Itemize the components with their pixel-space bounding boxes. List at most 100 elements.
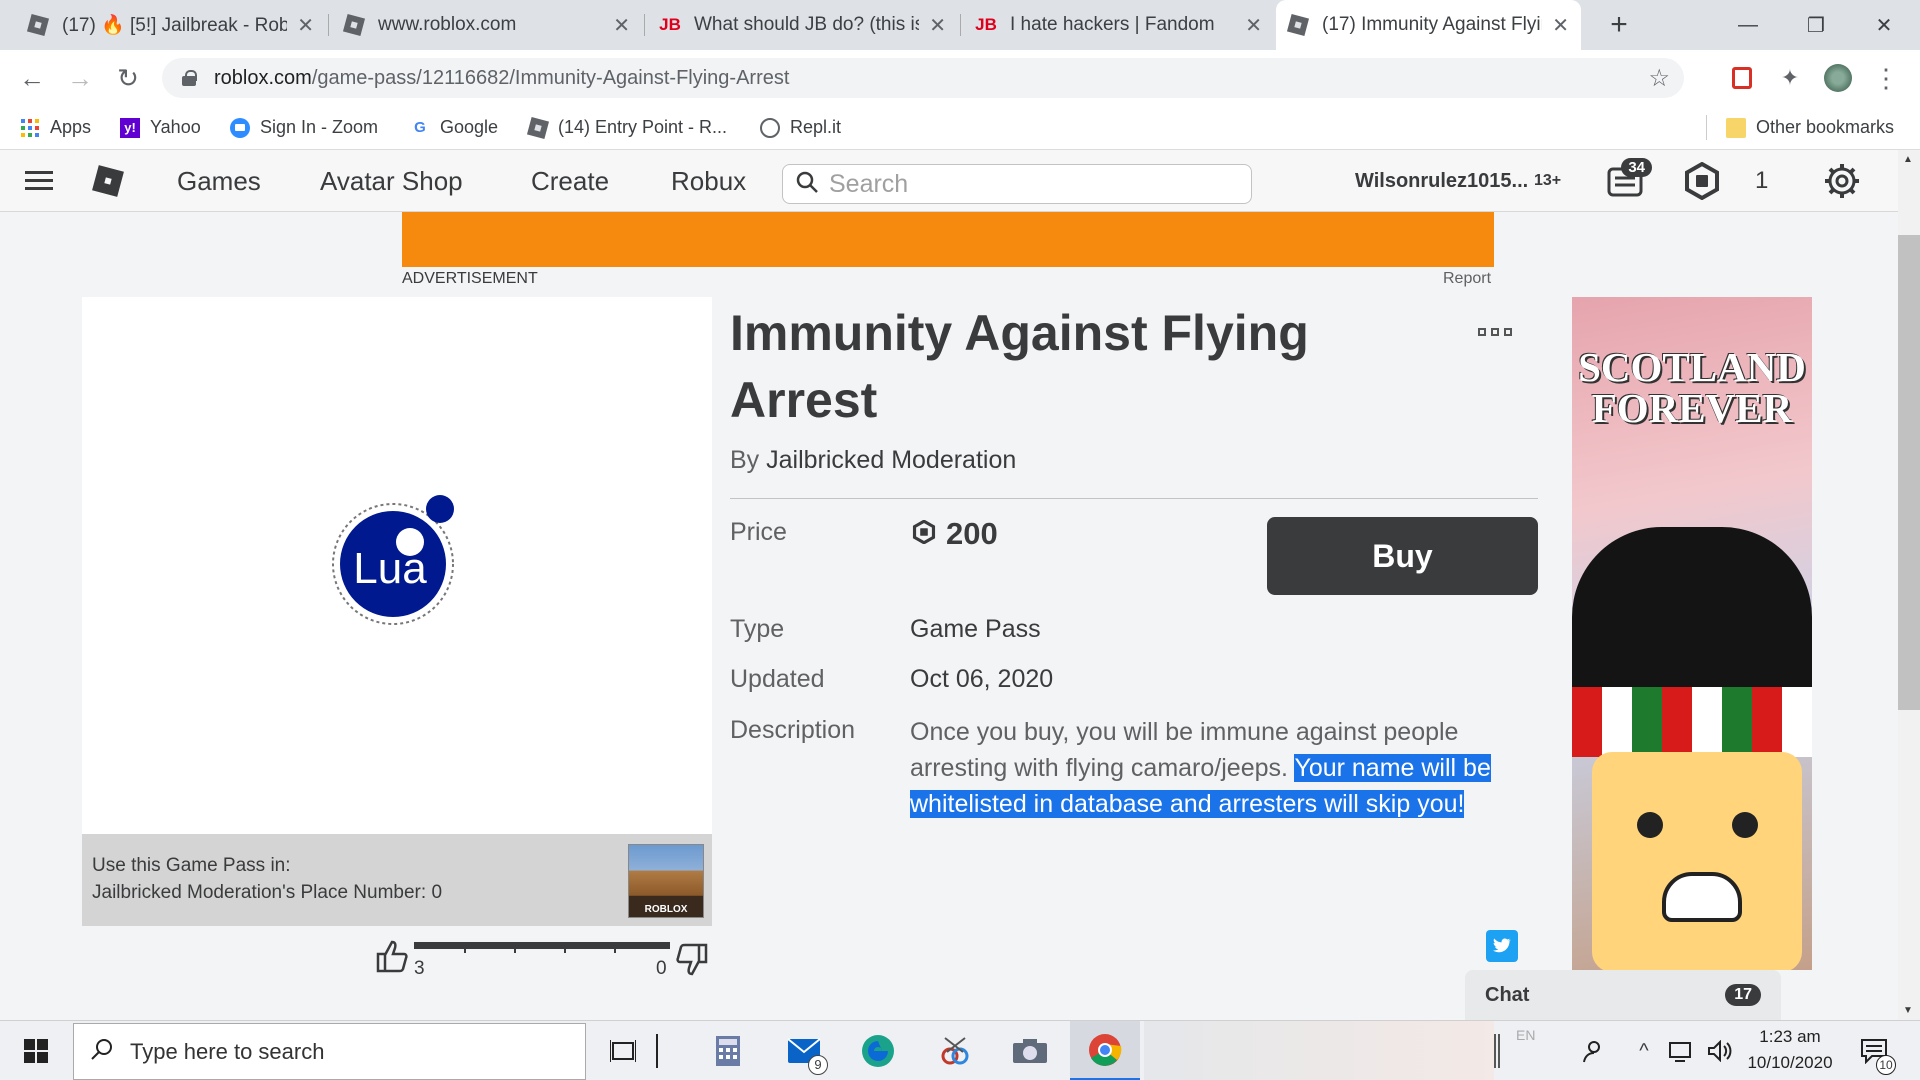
buy-button[interactable]: Buy (1267, 517, 1538, 595)
bookmark-apps[interactable]: Apps (20, 105, 91, 150)
tray-chevron-up-icon[interactable]: ^ (1624, 1021, 1664, 1080)
minimize-icon[interactable]: — (1714, 0, 1782, 50)
lua-logo-text: Lua (353, 544, 427, 593)
page-title: Immunity Against Flying Arrest (730, 305, 1309, 428)
edge-browser-icon[interactable] (848, 1021, 908, 1080)
roblox-logo-icon[interactable] (88, 150, 128, 212)
tab-title: (17) Immunity Against Flying (1322, 14, 1543, 35)
scroll-down-icon[interactable]: ▼ (1903, 1005, 1913, 1016)
restore-icon[interactable]: ❐ (1782, 0, 1850, 50)
camera-icon[interactable] (1000, 1021, 1060, 1080)
bookmark-google[interactable]: G Google (410, 105, 498, 150)
taskbar-search-box[interactable]: Type here to search (73, 1023, 586, 1080)
nav-robux[interactable]: Robux (671, 150, 746, 212)
windows-start-icon[interactable] (6, 1021, 66, 1080)
scroll-up-icon[interactable]: ▲ (1903, 154, 1913, 165)
snip-tool-icon[interactable] (924, 1021, 984, 1080)
place-thumbnail[interactable]: ROBLOX (628, 844, 704, 918)
messages-button[interactable]: 34 (1598, 150, 1654, 212)
new-tab-button[interactable]: + (1586, 0, 1652, 50)
people-icon[interactable] (1564, 1021, 1620, 1080)
tab-jailbreak[interactable]: (17) 🔥 [5!] Jailbreak - Roblox ✕ (16, 0, 326, 50)
hamburger-menu-icon[interactable] (20, 150, 58, 212)
twitter-share-icon[interactable] (1486, 930, 1518, 962)
report-ad-link[interactable]: Report (1443, 270, 1491, 288)
username-link[interactable]: Wilsonrulez1015... (1355, 150, 1528, 212)
notification-count-badge: 10 (1876, 1055, 1896, 1075)
lua-logo-icon: Lua (332, 495, 454, 625)
nav-avatar-shop[interactable]: Avatar Shop (320, 150, 463, 212)
creator-line: By Jailbricked Moderation (730, 446, 1016, 475)
robux-balance[interactable]: 1 (1755, 150, 1768, 212)
nav-create[interactable]: Create (531, 150, 609, 212)
more-options-icon[interactable] (1478, 328, 1512, 336)
close-tab-icon[interactable]: ✕ (613, 13, 630, 38)
zoom-icon (230, 117, 250, 138)
url-field[interactable]: roblox.com/game-pass/12116682/Immunity-A… (162, 58, 1684, 98)
forward-arrow-icon[interactable]: → (60, 58, 100, 98)
roblox-favicon-icon (342, 13, 366, 37)
bookmark-label: Apps (50, 117, 92, 137)
star-bookmark-icon[interactable]: ☆ (1648, 64, 1670, 93)
side-advertisement[interactable]: SCOTLAND FOREVER (1572, 297, 1812, 970)
windows-taskbar: Type here to search 9 EN ^ 1:23 am 10/10… (0, 1020, 1920, 1080)
close-tab-icon[interactable]: ✕ (297, 13, 314, 38)
nav-games[interactable]: Games (177, 150, 261, 212)
reload-icon[interactable]: ↻ (108, 58, 148, 98)
price-amount: 200 (946, 516, 998, 551)
tab-gamepass-active[interactable]: (17) Immunity Against Flying ✕ (1276, 0, 1581, 50)
extensions-puzzle-icon[interactable]: ✦ (1774, 62, 1806, 94)
tab-roblox-home[interactable]: www.roblox.com ✕ (332, 0, 642, 50)
network-icon[interactable] (1662, 1021, 1702, 1080)
use-in-place-name[interactable]: Jailbricked Moderation's Place Number: 0 (92, 879, 702, 906)
scrollbar-thumb[interactable] (1898, 235, 1920, 710)
bookmark-zoom[interactable]: Sign In - Zoom (230, 105, 378, 150)
roblox-navbar: Games Avatar Shop Create Robux Wilsonrul… (0, 150, 1898, 212)
creator-link[interactable]: Jailbricked Moderation (766, 446, 1016, 474)
calculator-icon[interactable] (698, 1021, 758, 1080)
thumbs-up-icon[interactable] (374, 938, 410, 979)
notification-center-icon[interactable]: 10 (1846, 1021, 1902, 1080)
type-value: Game Pass (910, 615, 1041, 643)
bookmark-replit[interactable]: Repl.it (760, 105, 841, 150)
robux-icon[interactable] (1678, 150, 1726, 212)
clock-date[interactable]: 10/10/2020 (1740, 1053, 1840, 1073)
roblox-favicon-icon (26, 13, 50, 37)
search-icon (795, 170, 819, 199)
bookmark-other[interactable]: Other bookmarks (1726, 105, 1894, 150)
use-in-place-panel[interactable]: Use this Game Pass in: Jailbricked Moder… (82, 834, 712, 926)
advertisement-label: ADVERTISEMENT (402, 270, 538, 287)
google-icon: G (414, 119, 426, 136)
search-input[interactable] (829, 169, 1229, 199)
top-advertisement-banner[interactable] (402, 212, 1494, 267)
description-label: Description (730, 716, 856, 744)
chrome-menu-icon[interactable]: ⋮ (1870, 62, 1902, 94)
chrome-icon[interactable] (1070, 1021, 1140, 1080)
clock-time[interactable]: 1:23 am (1740, 1027, 1840, 1047)
tab-jb-forum[interactable]: JB What should JB do? (this is ✕ (648, 0, 958, 50)
bookmark-yahoo[interactable]: y! Yahoo (120, 105, 201, 150)
bookmark-label: Sign In - Zoom (260, 117, 379, 137)
close-tab-icon[interactable]: ✕ (929, 13, 946, 38)
thumbs-down-icon[interactable] (674, 942, 710, 983)
bookmark-entry-point[interactable]: (14) Entry Point - R... (526, 105, 727, 150)
downvote-count: 0 (656, 958, 667, 979)
divider (730, 498, 1538, 499)
profile-avatar[interactable] (1822, 62, 1854, 94)
mail-icon[interactable]: 9 (774, 1021, 834, 1080)
updated-value: Oct 06, 2020 (910, 665, 1054, 693)
search-box[interactable] (782, 164, 1252, 204)
close-tab-icon[interactable]: ✕ (1245, 13, 1262, 38)
extension-shield-icon[interactable] (1726, 62, 1758, 94)
volume-icon[interactable] (1700, 1021, 1740, 1080)
chat-bar[interactable]: Chat 17 (1465, 970, 1781, 1020)
url-path: /game-pass/12116682/Immunity-Against-Fly… (311, 66, 790, 89)
settings-gear-icon[interactable] (1818, 150, 1866, 212)
description-text[interactable]: Once you buy, you will be immune against… (910, 714, 1540, 822)
yahoo-icon: y! (120, 117, 140, 138)
back-arrow-icon[interactable]: ← (12, 58, 52, 98)
close-window-icon[interactable]: ✕ (1850, 0, 1918, 50)
close-tab-icon[interactable]: ✕ (1552, 13, 1569, 38)
language-indicator[interactable]: EN (1516, 1027, 1535, 1043)
tab-fandom[interactable]: JB I hate hackers | Fandom ✕ (964, 0, 1274, 50)
